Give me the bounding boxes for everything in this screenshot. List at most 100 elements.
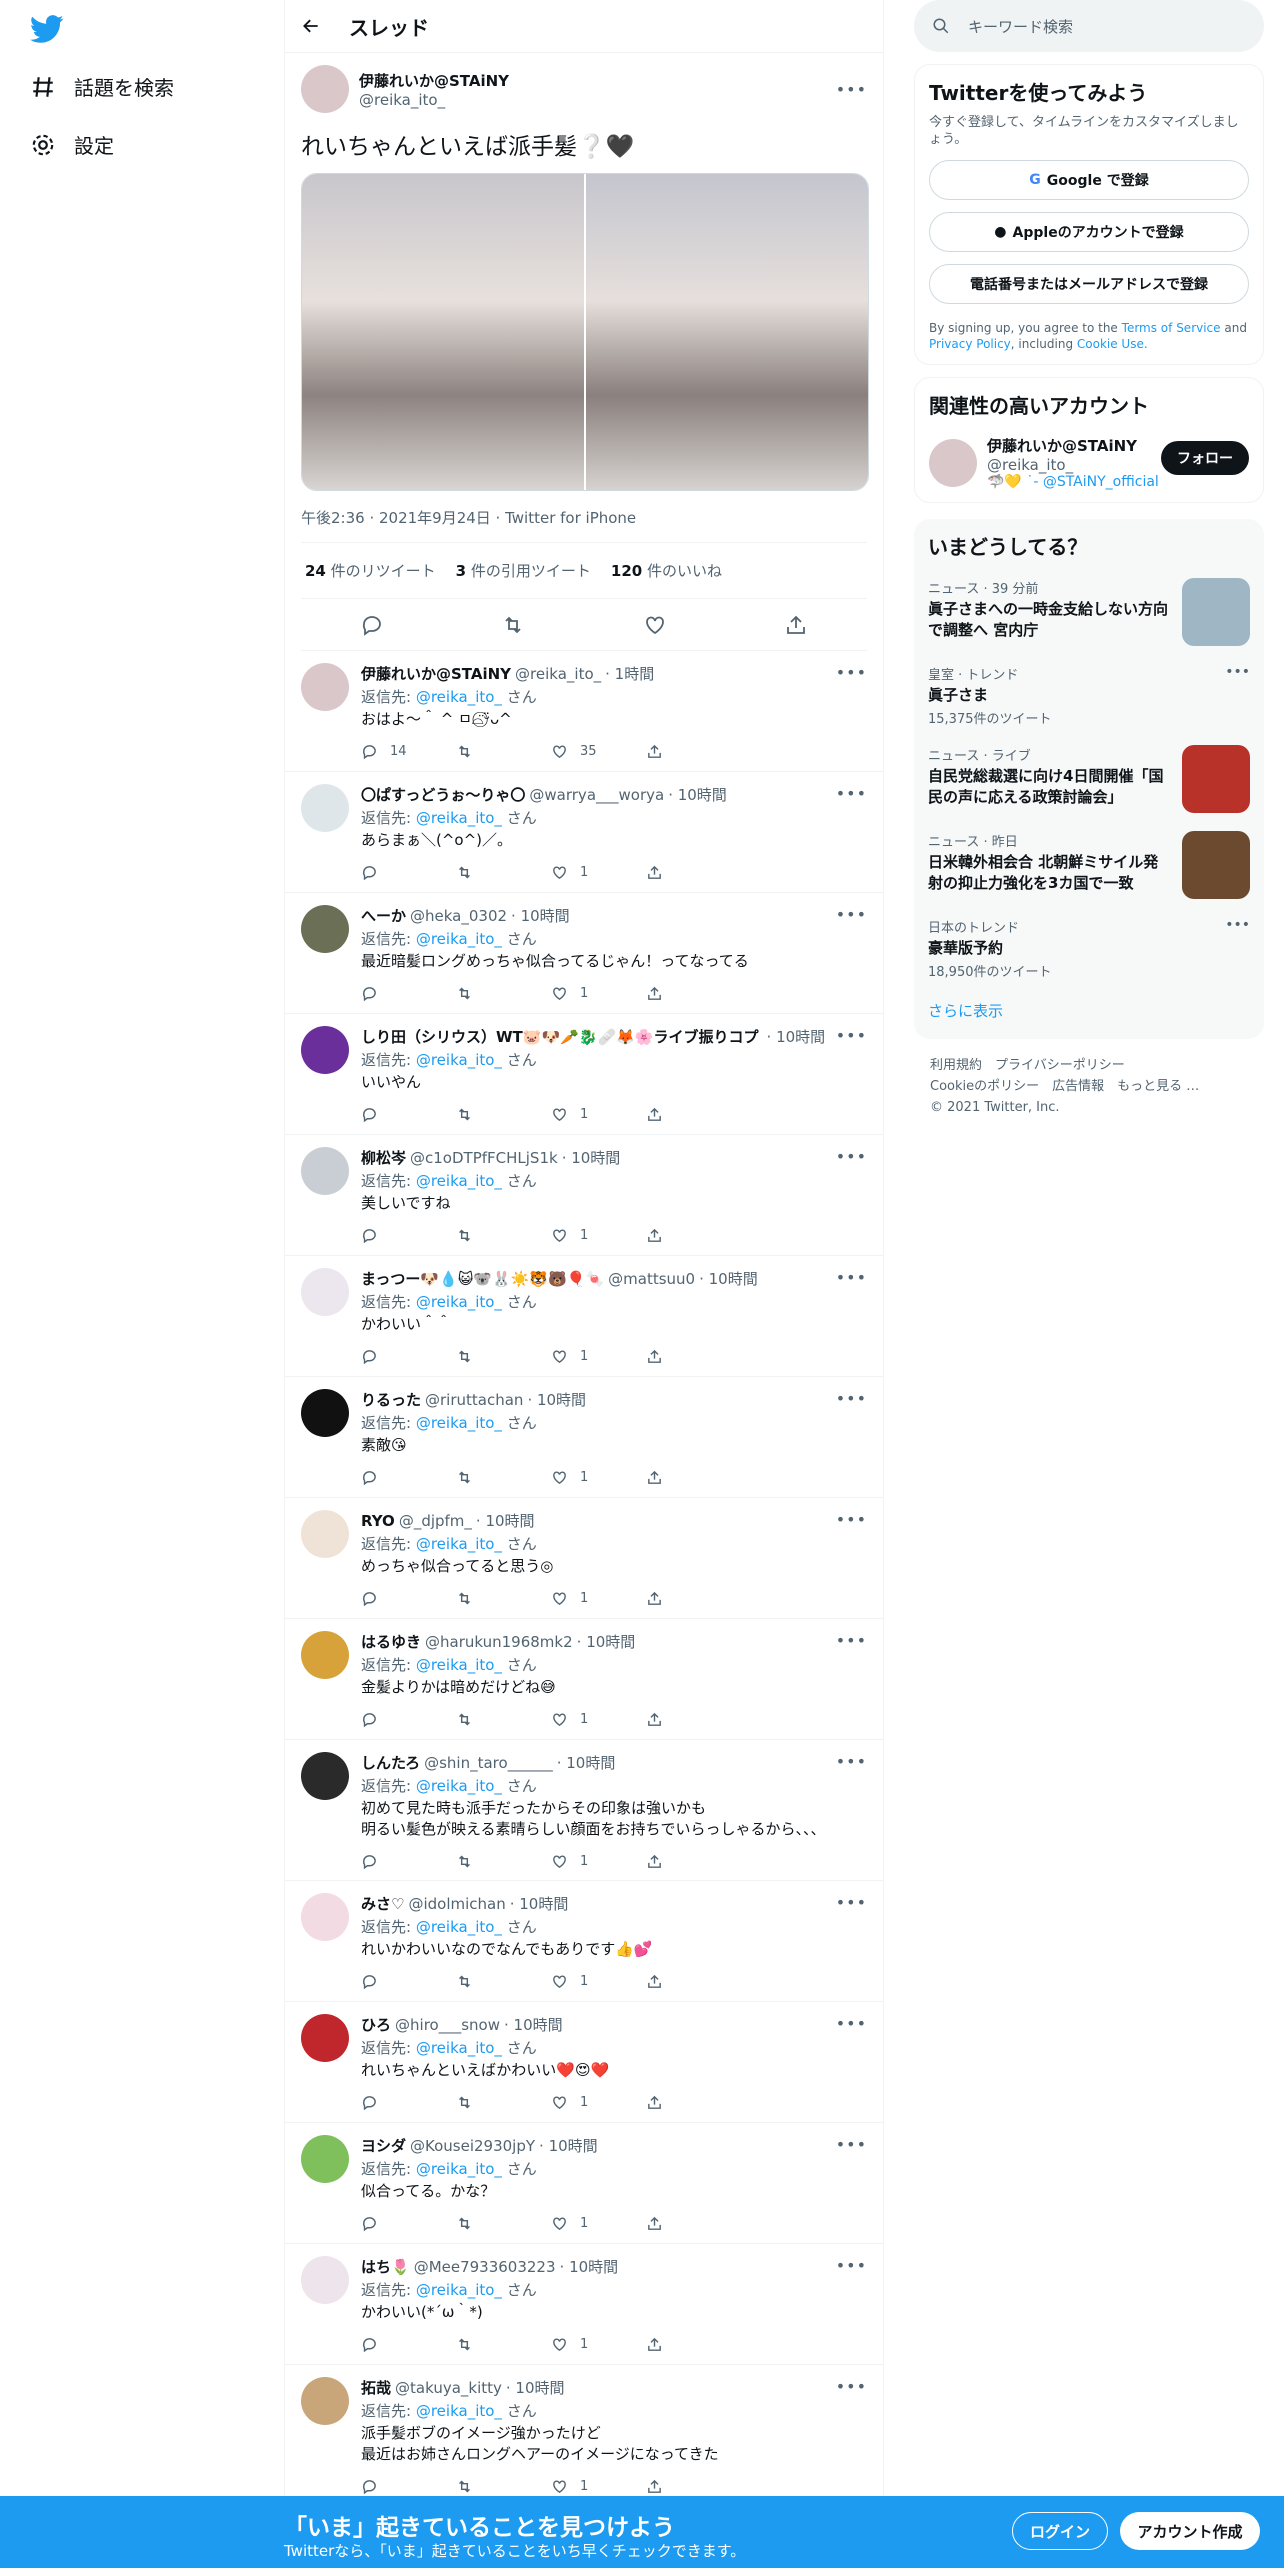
trend-item[interactable]: 皇室 · トレンド 眞子さま 15,375件のツイート ••• [928,664,1250,727]
reply-button[interactable] [361,2215,456,2232]
login-button[interactable]: ログイン [1012,2512,1108,2550]
reply-icon[interactable] [360,613,384,637]
related-name[interactable]: 伊藤れいか@STAiNY [987,435,1159,456]
more-icon[interactable]: ••• [836,1752,867,1771]
reply-time[interactable]: · 10時間 [767,1026,826,1047]
search-box[interactable]: キーワード検索 [914,0,1264,52]
share-button[interactable] [646,1853,741,1870]
share-icon[interactable] [784,613,808,637]
footer-line-2[interactable]: Cookieのポリシー 広告情報 もっと見る … [930,1076,1248,1097]
like-button[interactable]: 1 [551,2215,646,2232]
reply-tweet[interactable]: りるった @riruttachan · 10時間 返信先: @reika_ito_ さ… [285,1377,883,1498]
trend-item[interactable]: ニュース · ライブ 自民党総裁選に向け4日間開催「国民の声に応える政策討論会」 [928,745,1250,813]
more-icon[interactable]: ••• [836,1389,867,1408]
retweet-button[interactable] [456,1590,551,1607]
reply-time[interactable]: · 10時間 [510,1893,569,1914]
avatar[interactable] [301,1389,349,1437]
reply-button[interactable] [361,1469,456,1486]
reply-button[interactable] [361,2336,456,2353]
retweet-button[interactable] [456,864,551,881]
avatar[interactable] [301,65,349,113]
like-button[interactable]: 1 [551,1711,646,1728]
more-icon[interactable]: ••• [836,80,867,99]
reply-time[interactable]: · 10時間 [511,905,570,926]
more-icon[interactable]: ••• [836,784,867,803]
reply-author-handle[interactable]: @shin_taro______ [424,1754,553,1772]
mention-link[interactable]: @reika_ito_ [416,2160,502,2178]
reply-button[interactable] [361,864,456,881]
like-button[interactable]: 35 [551,743,646,760]
like-button[interactable]: 1 [551,1590,646,1607]
reply-author-handle[interactable]: @Mee7933603223 [414,2258,556,2276]
mention-link[interactable]: @reika_ito_ [416,2281,502,2299]
like-button[interactable]: 1 [551,1227,646,1244]
reply-author-name[interactable]: ヨシダ [361,2135,406,2156]
reply-tweet[interactable]: はるゆき @harukun1968mk2 · 10時間 返信先: @reika_ito… [285,1619,883,1740]
reply-author-name[interactable]: しんたろ [361,1752,420,1773]
reply-author-name[interactable]: 伊藤れいか@STAiNY [361,663,511,684]
reply-author-name[interactable]: みさ♡ [361,1893,404,1914]
reply-tweet[interactable]: ひろ @hiro___snow · 10時間 返信先: @reika_ito_ さんれ… [285,2002,883,2123]
related-handle[interactable]: @reika_ito_ [987,456,1159,474]
mention-link[interactable]: @reika_ito_ [416,1918,502,1936]
more-icon[interactable]: ••• [836,1147,867,1166]
mention-link[interactable]: @reika_ito_ [416,809,502,827]
reply-tweet[interactable]: 〇ぱすっどうぉ〜りゃ〇 @warrya___worya · 10時間 返信先: @re… [285,772,883,893]
avatar[interactable] [301,1026,349,1074]
like-icon[interactable] [643,613,667,637]
reply-tweet[interactable]: ヨシダ @Kousei2930jpY · 10時間 返信先: @reika_ito_ … [285,2123,883,2244]
avatar[interactable] [301,1893,349,1941]
reply-button[interactable] [361,1348,456,1365]
reply-author-name[interactable]: はるゆき [361,1631,421,1652]
nav-explore[interactable]: 話題を検索 [30,72,174,101]
share-button[interactable] [646,2336,741,2353]
reply-tweet[interactable]: しんたろ @shin_taro______ · 10時間 返信先: @reika_it… [285,1740,883,1881]
reply-tweet[interactable]: まっつー🐶💧😺🐨🐰☀️🐯🐻🎈🍬 @mattsuu0 · 10時間 返信先: @reik… [285,1256,883,1377]
reply-tweet[interactable]: 伊藤れいか@STAiNY @reika_ito_ · 1時間 返信先: @reika_… [285,651,883,772]
share-button[interactable] [646,2478,741,2495]
avatar[interactable] [301,1510,349,1558]
more-icon[interactable]: ••• [836,1268,867,1287]
reply-tweet[interactable]: しり田（シリウス）WT🐷🐶🥕🐉🩹🦊🌸ライブ振りコプ · 10時間 返信先: @rei… [285,1014,883,1135]
share-button[interactable] [646,1106,741,1123]
show-more-link[interactable]: さらに表示 [928,1000,1250,1021]
reply-button[interactable] [361,1590,456,1607]
reply-author-handle[interactable]: @_djpfm_ [399,1512,472,1530]
reply-button[interactable] [361,1853,456,1870]
more-icon[interactable]: ••• [836,2135,867,2154]
reply-author-handle[interactable]: @warrya___worya [529,786,664,804]
retweet-button[interactable] [456,1469,551,1486]
reply-author-name[interactable]: 柳松岑 [361,1147,406,1168]
reply-author-name[interactable]: はち🌷 [361,2256,410,2277]
author-handle[interactable]: @reika_ito_ [359,91,509,109]
avatar[interactable] [301,2377,349,2425]
tos-link[interactable]: Terms of Service [1122,321,1221,335]
mention-link[interactable]: @reika_ito_ [416,2402,502,2420]
reply-time[interactable]: · 1時間 [605,663,654,684]
footer-line-1[interactable]: 利用規約 プライバシーポリシー [930,1055,1248,1076]
share-button[interactable] [646,1973,741,1990]
like-button[interactable]: 1 [551,2094,646,2111]
avatar[interactable] [301,2014,349,2062]
avatar[interactable] [301,2135,349,2183]
retweet-button[interactable] [456,985,551,1002]
retweet-button[interactable] [456,1348,551,1365]
share-button[interactable] [646,2094,741,2111]
reply-button[interactable] [361,1227,456,1244]
reply-time[interactable]: · 10時間 [560,2256,619,2277]
reply-tweet[interactable]: RYO @_djpfm_ · 10時間 返信先: @reika_ito_ さん めっちゃ… [285,1498,883,1619]
nav-settings[interactable]: 設定 [30,130,114,159]
reply-author-name[interactable]: 〇ぱすっどうぉ〜りゃ〇 [361,784,525,805]
like-button[interactable]: 1 [551,985,646,1002]
like-button[interactable]: 1 [551,1973,646,1990]
reply-button[interactable] [361,2478,456,2495]
mention-link[interactable]: @reika_ito_ [416,688,502,706]
mention-link[interactable]: @reika_ito_ [416,1172,502,1190]
reply-time[interactable]: · 10時間 [539,2135,598,2156]
reply-author-handle[interactable]: @idolmichan [408,1895,505,1913]
reply-author-handle[interactable]: @mattsuu0 [608,1270,695,1288]
quote-stat[interactable]: 3 件の引用ツイート [456,560,591,581]
retweet-button[interactable] [456,1711,551,1728]
retweet-button[interactable] [456,743,551,760]
reply-tweet[interactable]: へーか @heka_0302 · 10時間 返信先: @reika_ito_ さん 最近… [285,893,883,1014]
